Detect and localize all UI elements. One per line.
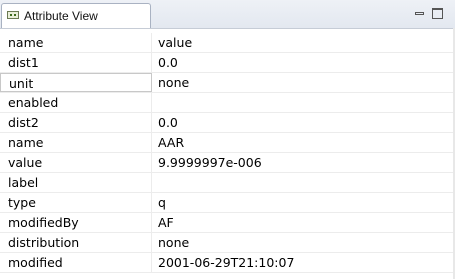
table-row[interactable]: enabled	[0, 93, 455, 113]
attribute-name: label	[0, 173, 152, 192]
attribute-value[interactable]: 0.0	[152, 53, 455, 72]
attribute-name: name	[0, 133, 152, 152]
attribute-name: modifiedBy	[0, 213, 152, 232]
table-row[interactable]: modifiedBy AF	[0, 213, 455, 233]
attribute-name: unit	[0, 73, 152, 92]
table-row[interactable]: dist1 0.0	[0, 53, 455, 73]
attribute-value[interactable]: AAR	[152, 133, 455, 152]
attribute-value[interactable]	[152, 173, 455, 192]
attribute-value[interactable]: none	[152, 73, 455, 92]
tab-attribute-view[interactable]: Attribute View	[1, 3, 151, 28]
view-titlebar: Attribute View	[0, 0, 455, 29]
attribute-value[interactable]	[152, 93, 455, 112]
table-row[interactable]: type q	[0, 193, 455, 213]
table-row[interactable]: name AAR	[0, 133, 455, 153]
table-row[interactable]: unit none	[0, 73, 455, 93]
column-header-value[interactable]: value	[152, 33, 455, 52]
attribute-name: distribution	[0, 233, 152, 252]
attribute-value[interactable]: 0.0	[152, 113, 455, 132]
tab-label: Attribute View	[24, 9, 98, 23]
table-row[interactable]: label	[0, 173, 455, 193]
table-row[interactable]: distribution none	[0, 233, 455, 253]
table-row[interactable]: dist2 0.0	[0, 113, 455, 133]
attribute-value[interactable]: 9.9999997e-006	[152, 153, 455, 172]
attribute-name: dist1	[0, 53, 152, 72]
table-header: name value	[0, 33, 455, 53]
attribute-table: name value dist1 0.0 unit none enabled d…	[0, 33, 455, 273]
attribute-value[interactable]: 2001-06-29T21:10:07	[152, 253, 455, 272]
attribute-name: value	[0, 153, 152, 172]
maximize-icon[interactable]	[432, 8, 443, 19]
attribute-value[interactable]: none	[152, 233, 455, 252]
attribute-value[interactable]: q	[152, 193, 455, 212]
minimize-icon[interactable]	[414, 8, 425, 19]
attribute-view-icon	[7, 11, 19, 19]
attribute-value[interactable]: AF	[152, 213, 455, 232]
attribute-name: enabled	[0, 93, 152, 112]
column-header-name[interactable]: name	[0, 33, 152, 52]
attribute-view: Attribute View name value dist1 0.0 unit…	[0, 0, 455, 279]
attribute-name: modified	[0, 253, 152, 272]
table-row[interactable]: modified 2001-06-29T21:10:07	[0, 253, 455, 273]
attribute-name: type	[0, 193, 152, 212]
attribute-name: dist2	[0, 113, 152, 132]
table-row[interactable]: value 9.9999997e-006	[0, 153, 455, 173]
